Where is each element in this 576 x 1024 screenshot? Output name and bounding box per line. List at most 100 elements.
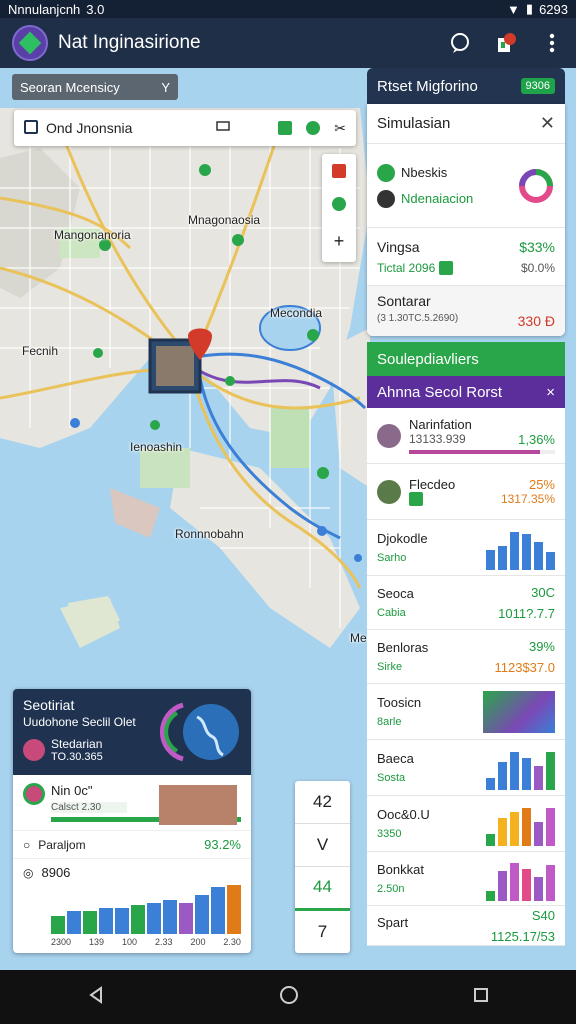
- tick-label: 2300: [51, 937, 72, 947]
- recents-icon[interactable]: [473, 987, 489, 1008]
- location-icon[interactable]: [306, 121, 321, 135]
- sontarar-label: Sontarar: [377, 293, 431, 309]
- filter-chip[interactable]: Seoran Mcensicy Y: [12, 74, 178, 100]
- stat-row[interactable]: Spart S40 1125.17/53: [367, 906, 565, 946]
- gear-icon: [377, 189, 395, 208]
- bar: [546, 807, 555, 846]
- stat-row[interactable]: Benloras Sirke 39% 1123$37.0: [367, 630, 565, 684]
- zoom-level-button[interactable]: 42: [295, 781, 350, 824]
- mini-bar-chart: [486, 526, 555, 570]
- chart-label: 8906: [41, 865, 71, 880]
- map-label: Fecnih: [22, 344, 59, 358]
- zoom-control: 42 V 44 7: [295, 781, 350, 953]
- list-item-value: 1,36%: [518, 432, 555, 447]
- percent-label: Paraljom: [38, 837, 86, 852]
- close-icon[interactable]: ✕: [540, 113, 555, 134]
- bar: [546, 551, 555, 570]
- stat-row[interactable]: Toosicn 8arle: [367, 684, 565, 740]
- battery-icon: ▮: [525, 1, 534, 16]
- bar: [498, 817, 507, 846]
- app-logo-icon: [12, 25, 48, 61]
- radio-icon[interactable]: ○: [23, 838, 30, 852]
- layers-icon[interactable]: [278, 121, 293, 135]
- app-title: Nat Inginasirione: [58, 32, 201, 53]
- stat-row[interactable]: Ooc&0.U 3350: [367, 796, 565, 852]
- stat-value: 39%: [528, 638, 555, 654]
- bar: [51, 915, 65, 934]
- radio-icon[interactable]: ◎: [23, 866, 33, 880]
- bar-chart: [51, 882, 241, 934]
- metric-icon: [23, 783, 45, 805]
- tick-label: 2.30: [223, 937, 241, 947]
- stat-sub: Cabia: [377, 607, 406, 619]
- place-icon[interactable]: [332, 197, 346, 212]
- stat-row[interactable]: Seoca Cabia 30C 1011?.7.7: [367, 576, 565, 630]
- list-item[interactable]: Narinfation 13133.939 1,36%: [367, 408, 565, 464]
- bar: [498, 761, 507, 790]
- signal-text: 3.0: [86, 1, 105, 17]
- list-item[interactable]: Flecdeo 25% 1317.35%: [367, 464, 565, 520]
- bar: [99, 908, 113, 934]
- progress-track: [409, 450, 555, 454]
- bar: [522, 533, 531, 570]
- stat-sub: Sosta: [377, 772, 406, 784]
- search-bar[interactable]: Ond Jnonsnia ✂: [14, 110, 356, 146]
- filter-icon[interactable]: Y: [161, 80, 170, 95]
- more-vert-icon[interactable]: [540, 31, 564, 55]
- system-nav-bar: [0, 970, 576, 1024]
- list-item[interactable]: Ndenaiacion: [377, 189, 474, 208]
- bar: [498, 545, 507, 570]
- heart-icon: [483, 690, 555, 733]
- metric-row[interactable]: Nin 0c" Calsct 2.30: [13, 775, 251, 831]
- bar: [486, 890, 495, 901]
- stat-value: S40: [531, 907, 555, 923]
- home-icon[interactable]: [279, 985, 299, 1010]
- map-label: Ienoashin: [130, 440, 183, 454]
- bar: [486, 777, 495, 790]
- vingsa-row[interactable]: Vingsa $33% Tictal 2096 $0.0%: [367, 228, 565, 286]
- ring-chart-icon: [519, 168, 553, 203]
- bar: [115, 908, 129, 934]
- chat-icon[interactable]: [216, 120, 231, 136]
- bar: [498, 870, 507, 901]
- results-green-header: Soulepdiavliers: [367, 342, 565, 376]
- stat-sub-value: 1011?.7.7: [498, 605, 555, 621]
- search-input[interactable]: Ond Jnonsnia: [46, 120, 132, 136]
- bar: [67, 910, 81, 934]
- list-item-label: Flecdeo: [409, 477, 456, 492]
- simulation-title: Simulasian: [377, 115, 451, 132]
- pin-icon[interactable]: [494, 31, 518, 55]
- stat-row[interactable]: Djokodle Sarho: [367, 520, 565, 576]
- bar: [522, 807, 531, 846]
- user-sub: TO.30.365: [51, 751, 103, 763]
- mini-bar-chart: [486, 802, 555, 846]
- zoom-mode-button[interactable]: V: [295, 824, 350, 867]
- list-item-label: Ndenaiacion: [401, 191, 474, 206]
- zoom-step-button[interactable]: 7: [295, 911, 350, 953]
- zoom-active-button[interactable]: 44: [295, 867, 350, 912]
- close-icon[interactable]: ×: [546, 384, 555, 401]
- stat-row[interactable]: Baeca Sosta: [367, 740, 565, 796]
- bar: [486, 833, 495, 846]
- stat-sub: 2.50n: [377, 883, 405, 895]
- route-panel-badge: 9306: [520, 78, 555, 94]
- add-tool-button[interactable]: +: [334, 231, 345, 252]
- bar: [522, 757, 531, 790]
- list-item[interactable]: Nbeskis: [377, 163, 473, 182]
- sontarar-sub: (3 1.30TC.5.2690): [377, 313, 459, 324]
- map-label: Mangonanoria: [54, 228, 131, 242]
- route-panel: Rtset Migforino 9306 Simulasian ✕ Nbeski…: [367, 68, 565, 336]
- sontarar-row[interactable]: Sontarar (3 1.30TC.5.2690) 330 Ð: [367, 286, 565, 336]
- bar: [195, 895, 209, 934]
- progress-fill: [409, 450, 541, 454]
- chart-ticks: 2300 139 100 2.33 200 2.30: [51, 937, 241, 947]
- percent-row[interactable]: ○ Paraljom 93.2%: [13, 831, 251, 859]
- tools-icon[interactable]: ✂: [334, 120, 346, 137]
- globe-icon: [159, 702, 239, 762]
- results-purple-title: Ahnna Secol Rorst: [377, 383, 503, 401]
- stat-row[interactable]: Bonkkat 2.50n: [367, 852, 565, 906]
- location-card[interactable]: Seotiriat Uudohone Seclil Olet Stedarian…: [13, 689, 251, 953]
- marker-icon[interactable]: [332, 163, 346, 178]
- chat-icon[interactable]: [448, 31, 472, 55]
- back-icon[interactable]: [87, 985, 105, 1009]
